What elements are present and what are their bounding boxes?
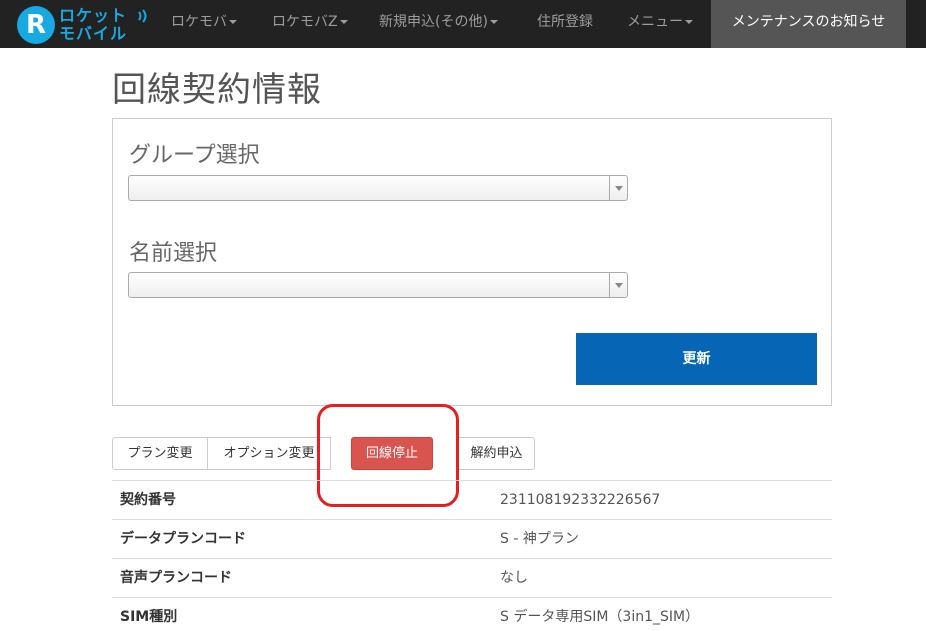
table-row: 契約番号 231108192332226567 [112, 480, 832, 519]
cancel-contract-button[interactable]: 解約申込 [458, 437, 535, 470]
dropdown-arrow-icon [609, 273, 627, 297]
nav-item-rokemoba[interactable]: ロケモバ [171, 0, 237, 48]
name-select-label: 名前選択 [129, 241, 218, 266]
name-select[interactable] [128, 272, 628, 298]
top-navbar: R ロケット モバイル ロケモバ ロケモバZ 新規申込(その他) 住所登録 メニ… [0, 0, 926, 48]
nav-item-label: 新規申込(その他) [379, 14, 488, 30]
logo-letter: R [25, 10, 47, 40]
table-row: 音声プランコード なし [112, 558, 832, 597]
group-select[interactable] [128, 175, 628, 201]
contract-info-table: 契約番号 231108192332226567 データプランコード S - 神プ… [112, 480, 832, 631]
update-button[interactable]: 更新 [576, 333, 817, 385]
option-change-button[interactable]: オプション変更 [207, 437, 331, 470]
row-value: S データ専用SIM（3in1_SIM） [500, 609, 700, 625]
nav-item-label: 住所登録 [537, 14, 593, 30]
nav-item-label: ロケモバ [171, 14, 227, 30]
caret-down-icon [339, 20, 348, 24]
caret-down-icon [229, 20, 237, 24]
row-key: 契約番号 [120, 492, 176, 508]
row-key: データプランコード [120, 531, 246, 547]
nav-item-label: ロケモバZ [272, 14, 338, 30]
row-value: S - 神プラン [500, 531, 579, 547]
nav-item-label: メニュー [627, 14, 683, 30]
caret-down-icon [685, 20, 693, 24]
row-key: 音声プランコード [120, 570, 232, 586]
table-row: データプランコード S - 神プラン [112, 519, 832, 558]
group-select-label: グループ選択 [129, 143, 260, 168]
row-key: SIM種別 [120, 609, 178, 625]
rocket-mobile-logo[interactable]: R ロケット モバイル [14, 5, 156, 45]
plan-change-button[interactable]: プラン変更 [112, 437, 208, 470]
logo-text-line2: モバイル [59, 24, 128, 43]
dropdown-arrow-icon [609, 176, 627, 200]
nav-item-maintenance-notice[interactable]: メンテナンスのお知らせ [711, 0, 906, 48]
selection-panel: グループ選択 名前選択 更新 [112, 118, 832, 406]
nav-item-new-application[interactable]: 新規申込(その他) [379, 0, 498, 48]
table-row: SIM種別 S データ専用SIM（3in1_SIM） [112, 597, 832, 631]
logo-text-line1: ロケット [59, 6, 128, 25]
page-title: 回線契約情報 [112, 70, 322, 110]
nav-item-rokemoba-z[interactable]: ロケモバZ [272, 0, 348, 48]
row-value: なし [500, 570, 528, 586]
row-value: 231108192332226567 [500, 492, 661, 508]
nav-item-address-registration[interactable]: 住所登録 [537, 0, 593, 48]
nav-item-menu[interactable]: メニュー [627, 0, 693, 48]
signal-icon [138, 9, 147, 23]
caret-down-icon [489, 20, 498, 24]
nav-item-label: メンテナンスのお知らせ [731, 14, 886, 30]
